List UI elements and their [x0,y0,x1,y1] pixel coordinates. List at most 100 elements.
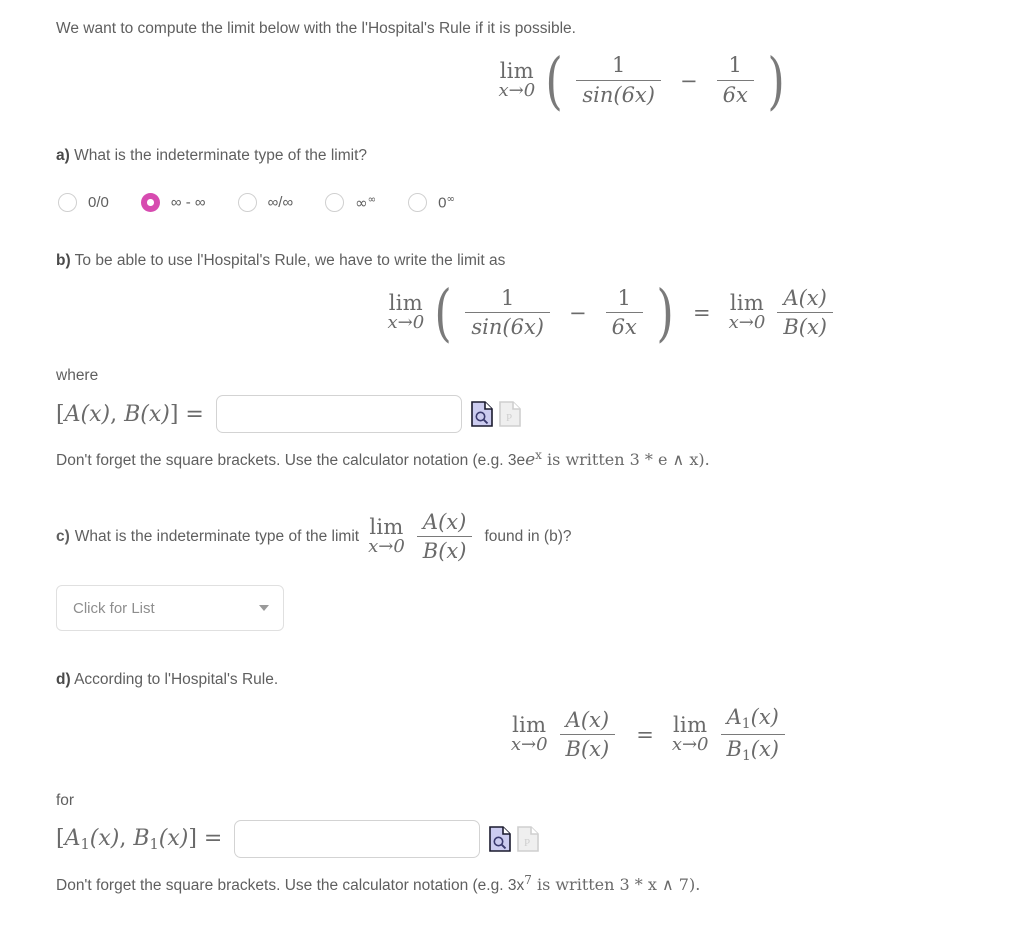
radio-label-exponent: ∞ [446,193,455,205]
radio-option-inf-minus-inf[interactable]: ∞ - ∞ [140,193,206,213]
part-c-question-text: What is the indeterminate type of the li… [74,528,360,546]
dropdown-selected-value: Click for List [73,599,155,617]
part-d-question-text: According to l'Hospital's Rule. [74,671,279,689]
part-b-question-text: To be able to use l'Hospital's Rule, we … [74,252,506,270]
part-d-label: d) [56,671,71,689]
equals-sign: = [636,722,654,747]
numerator: A(x) [565,707,610,732]
print-document-icon[interactable]: P [499,401,521,428]
assignment-page: We want to compute the limit below with … [0,0,1024,898]
part-a-label: a) [56,146,70,164]
fraction-A1-over-B1: A1(x) B1(x) [720,704,785,764]
numerator: A1(x) [726,704,779,732]
limit-operator-rhs: lim x→0 [728,290,766,333]
fraction-one-over-sin6x: 1 sin(6x) [465,285,550,339]
radio-label-base: ∞ [355,193,368,212]
denominator: B(x) [777,311,833,339]
minus-operator: − [679,68,698,93]
numerator: 1 [611,53,626,78]
equals-sign: = [693,300,711,325]
main-limit-equation: lim x→0 ( 1 sin(6x) − 1 6x ) [56,44,984,118]
part-b-answer-row: [A(x), B(x)] = P [56,395,984,434]
part-c-inline-limit: lim x→0 A(x) B(x) [368,511,475,563]
part-a-radio-group: 0/0 ∞ - ∞ ∞/∞ ∞∞ 0∞ [56,193,984,213]
svg-text:P: P [506,412,512,424]
fraction-A-over-B: A(x) B(x) [416,510,473,563]
part-b-answer-input[interactable] [215,395,462,434]
part-a-question-text: What is the indeterminate type of the li… [74,146,368,164]
numerator: A(x) [422,510,467,535]
limit-operator: lim x→0 [387,290,425,333]
radio-label: 0/0 [88,194,109,212]
part-d-equation: lim x→0 A(x) B(x) = lim x→0 A1(x) B1(x) [56,704,984,764]
limit-operator: lim x→0 [510,713,548,755]
open-paren: ( [545,44,563,118]
close-paren: ) [656,276,674,350]
hint-exponent: x [535,448,542,463]
where-label: where [56,366,99,384]
hint-exponent: 7 [524,873,532,888]
radio-option-zero-pow-inf[interactable]: 0∞ [408,193,455,213]
radio-circle-icon[interactable] [325,193,345,213]
preview-document-icon[interactable] [471,401,493,428]
minus-operator: − [569,300,587,325]
denominator: sin(6x) [576,79,661,107]
numerator: 1 [501,285,515,310]
radio-option-inf-pow-inf[interactable]: ∞∞ [325,193,376,213]
radio-label: 0∞ [438,194,455,212]
fraction-one-over-6x: 1 6x [716,53,754,107]
intro-text: We want to compute the limit below with … [56,20,576,37]
denominator: B(x) [416,536,473,563]
denominator: sin(6x) [465,311,550,339]
radio-label-exponent: ∞ [367,194,377,206]
for-label: for [56,792,75,809]
radio-circle-icon[interactable] [408,193,428,213]
radio-circle-icon[interactable] [237,193,257,213]
preview-document-icon[interactable] [489,826,512,853]
part-d-hint: Don't forget the square brackets. Use th… [56,873,701,895]
radio-label: ∞∞ [355,194,376,212]
radio-option-inf-over-inf[interactable]: ∞/∞ [237,193,294,213]
part-c-dropdown[interactable]: Click for List [56,585,284,632]
part-c-question-tail: found in (b)? [484,528,572,546]
print-document-icon[interactable]: P [517,826,540,853]
part-a-question: a) What is the indeterminate type of the… [56,145,984,167]
limit-operator-rhs: lim x→0 [671,713,709,755]
denominator: 6x [605,311,643,339]
part-d-answer-label: [A1(x), B1(x)] = [56,825,223,853]
limit-operator: lim x→0 [368,515,405,558]
part-b-answer-label: [A(x), B(x)] = [56,401,204,427]
open-paren: ( [434,276,453,350]
fraction-A-over-B: A(x) B(x) [559,707,616,761]
denominator: B1(x) [720,733,785,764]
radio-option-0-0[interactable]: 0/0 [58,193,109,213]
numerator: A(x) [783,285,827,310]
fraction-A-over-B: A(x) B(x) [777,285,833,339]
denominator: B(x) [559,733,616,761]
numerator: 1 [617,285,631,310]
radio-label: ∞/∞ [267,194,294,212]
svg-text:P: P [524,837,530,849]
hint-expression: e [525,450,536,471]
part-d-answer-row: [A1(x), B1(x)] = P [56,820,984,859]
denominator: 6x [716,79,754,107]
part-b-label: b) [56,252,71,270]
radio-circle-icon[interactable] [58,193,77,213]
part-c-label: c) [56,528,70,546]
fraction-one-over-6x: 1 6x [605,285,643,339]
part-d-question: d) According to l'Hospital's Rule. [56,669,984,691]
limit-operator: lim x→0 [498,58,536,101]
numerator: 1 [728,53,742,78]
part-b-question: b) To be able to use l'Hospital's Rule, … [56,250,984,272]
hint-tail: is written 3 * x ∧ 7). [531,875,701,895]
part-d-answer-input[interactable] [234,820,481,859]
hint-tail: is written 3 * e ∧ x). [541,450,710,470]
radio-label: ∞ - ∞ [170,194,206,212]
chevron-down-icon[interactable] [259,605,269,612]
part-c-question: c) What is the indeterminate type of the… [56,511,984,563]
close-paren: ) [767,44,785,118]
part-b-equation: lim x→0 ( 1 sin(6x) − 1 6x ) = lim x→0 A… [56,276,984,350]
radio-circle-icon-selected[interactable] [140,193,160,213]
fraction-one-over-sin6x: 1 sin(6x) [576,54,661,106]
part-b-hint: Don't forget the square brackets. Use th… [56,448,710,471]
